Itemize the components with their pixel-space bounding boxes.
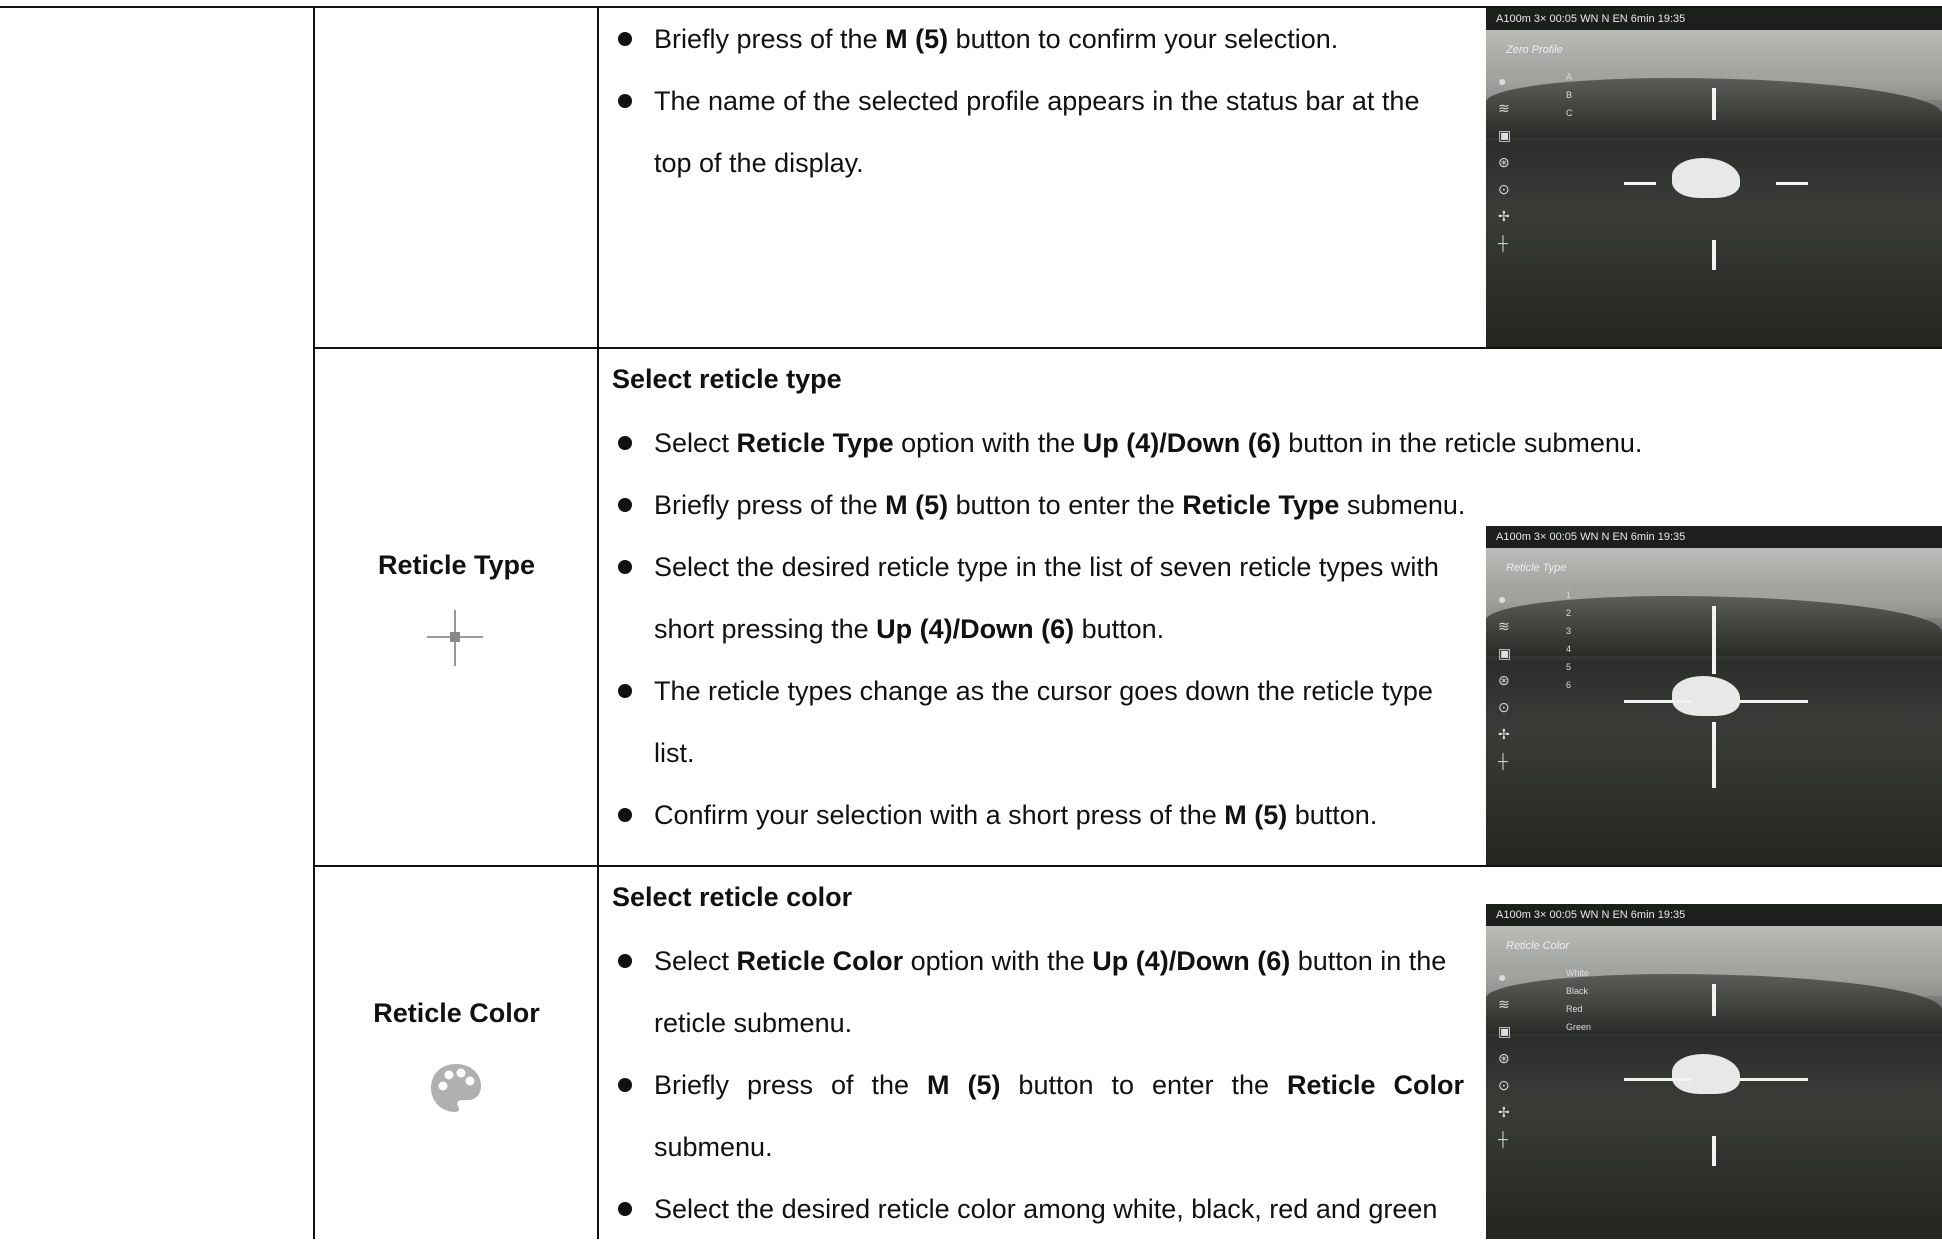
bullet-dot: [618, 808, 632, 822]
screenshot-status-bar: A100m 3× 00:05 WN N EN 6min 19:35: [1486, 904, 1942, 926]
bullet-text: Select Reticle Color option with the Up …: [654, 946, 1447, 1038]
palette-icon: [428, 1060, 484, 1116]
bullet-dot: [618, 684, 632, 698]
menu-option: 3: [1566, 626, 1572, 636]
menu-option: Red: [1566, 1004, 1583, 1014]
menu-option: A: [1566, 72, 1573, 82]
bullet-text: Select the desired reticle color among w…: [654, 1194, 1438, 1224]
reticle-horizontal-left: [1624, 1078, 1692, 1081]
screenshot-menu-options: White Black Red Green: [1566, 964, 1591, 1036]
bullet-dot: [618, 1078, 632, 1092]
bullet-item: The name of the selected profile appears…: [614, 70, 1464, 194]
reticle-vertical-top: [1712, 88, 1716, 120]
screenshot-menu-title: Zero Profile: [1506, 44, 1563, 56]
menu-option: B: [1566, 90, 1573, 100]
boar-silhouette: [1672, 1054, 1740, 1094]
reticle-horizontal-left: [1624, 700, 1692, 703]
screenshot-menu-title: Reticle Type: [1506, 562, 1567, 574]
bullet-item: Select Reticle Color option with the Up …: [614, 930, 1464, 1054]
screenshot-status-bar: A100m 3× 00:05 WN N EN 6min 19:35: [1486, 526, 1942, 548]
reticle-vertical-top: [1712, 606, 1716, 674]
bullet-text: Briefly press of the M (5) button to con…: [654, 24, 1339, 54]
bullet-dot: [618, 560, 632, 574]
bullet-item: Confirm your selection with a short pres…: [614, 784, 1464, 846]
bullet-item: Select the desired reticle color among w…: [614, 1178, 1464, 1240]
row-divider-2: [313, 865, 1942, 867]
screenshot-menu-icons: ● ≋ ▣ ⊛ ⊙ ✢ ┼: [1498, 591, 1512, 769]
bullet-text: Select Reticle Type option with the Up (…: [654, 428, 1643, 458]
bullet-text: The name of the selected profile appears…: [654, 86, 1420, 178]
screenshot-menu-options: ABC: [1566, 68, 1573, 122]
menu-option: Black: [1566, 986, 1589, 996]
bullet-text: The reticle types change as the cursor g…: [654, 676, 1433, 768]
screenshot-menu-title: Reticle Color: [1506, 940, 1569, 952]
reticle-vertical-bottom: [1712, 722, 1716, 788]
menu-option: 2: [1566, 608, 1572, 618]
row-label: Reticle Type: [377, 550, 536, 580]
section-heading: Select reticle color: [612, 882, 853, 912]
section-heading: Select reticle type: [612, 364, 842, 394]
bullet-dot: [618, 94, 632, 108]
menu-option: 4: [1566, 644, 1572, 654]
menu-option: 5: [1566, 662, 1572, 672]
reticle-vertical-bottom: [1712, 240, 1716, 270]
bullet-text: Select the desired reticle type in the l…: [654, 552, 1439, 644]
reticle-vertical-bottom: [1712, 1136, 1716, 1166]
device-screenshot: A100m 3× 00:05 WN N EN 6min 19:35 Reticl…: [1486, 526, 1942, 865]
boar-silhouette: [1672, 158, 1740, 198]
bullet-item: Select the desired reticle type in the l…: [614, 536, 1464, 660]
reticle-horizontal-right: [1740, 1078, 1808, 1081]
menu-option: C: [1566, 108, 1573, 118]
screenshot-menu-options: 1 2 3 4 5 6: [1566, 586, 1571, 694]
bullet-dot: [618, 954, 632, 968]
menu-option: 6: [1566, 680, 1572, 690]
bullet-item: Select Reticle Type option with the Up (…: [614, 412, 1714, 474]
column-divider-1: [313, 6, 315, 1239]
row-label: Reticle Color: [373, 998, 540, 1028]
bullet-dot: [618, 32, 632, 46]
bullet-item: The reticle types change as the cursor g…: [614, 660, 1464, 784]
screenshot-menu-icons: ● ≋ ▣ ⊛ ⊙ ✢ ┼: [1498, 969, 1512, 1147]
bullet-dot: [618, 1202, 632, 1216]
bullet-dot: [618, 436, 632, 450]
reticle-horizontal-left: [1624, 182, 1656, 185]
row-divider-1: [313, 347, 1942, 349]
screenshot-menu-icons: ● ≋ ▣ ⊛ ⊙ ✢ ┼: [1498, 73, 1512, 251]
bullet-item: Briefly press of the M (5) button to ent…: [614, 1054, 1464, 1178]
bullet-text: Confirm your selection with a short pres…: [654, 800, 1378, 830]
reticle-vertical-top: [1712, 984, 1716, 1016]
menu-option: Green: [1566, 1022, 1592, 1032]
bullet-item: Briefly press of the M (5) button to con…: [614, 8, 1464, 70]
screenshot-status-bar: A100m 3× 00:05 WN N EN 6min 19:35: [1486, 8, 1942, 30]
menu-option: White: [1566, 968, 1590, 978]
boar-silhouette: [1672, 676, 1740, 716]
reticle-horizontal-right: [1740, 700, 1808, 703]
bullet-text: Briefly press of the M (5) button to ent…: [654, 1070, 1464, 1162]
menu-option: 1: [1566, 590, 1572, 600]
bullet-dot: [618, 498, 632, 512]
device-screenshot: A100m 3× 00:05 WN N EN 6min 19:35 Reticl…: [1486, 904, 1942, 1239]
column-divider-2: [597, 6, 599, 1239]
reticle-horizontal-right: [1776, 182, 1808, 185]
device-screenshot: A100m 3× 00:05 WN N EN 6min 19:35 Zero P…: [1486, 8, 1942, 347]
